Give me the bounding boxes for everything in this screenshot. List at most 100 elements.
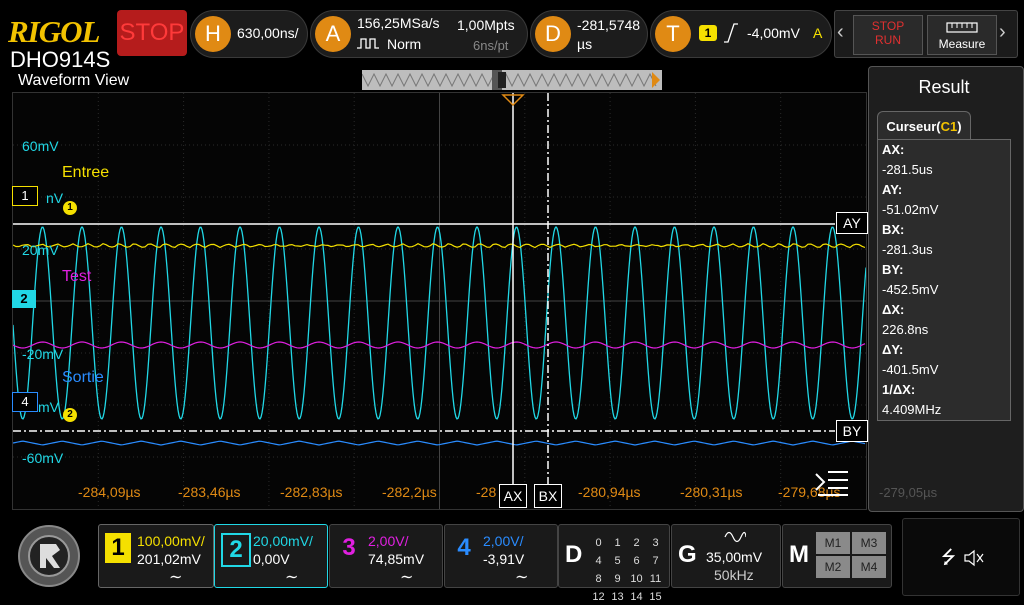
digital-channel: 5	[614, 555, 621, 567]
volt-label: nV	[46, 190, 64, 206]
cursor-by-label[interactable]: BY	[836, 420, 868, 442]
stop-run-button[interactable]: STOP RUN	[853, 15, 923, 55]
rigol-home-icon[interactable]	[8, 518, 90, 594]
cursor-bx-label[interactable]: BX	[534, 484, 562, 508]
digital-channel: 10	[630, 573, 643, 585]
channel-offset: 0,00V	[253, 551, 290, 567]
timebase-value: 630,00ns/	[237, 25, 299, 41]
math-button[interactable]: M3	[852, 532, 886, 554]
channel-number: 4	[457, 534, 471, 561]
run-label: RUN	[875, 33, 901, 47]
result-value: 4.409MHz	[882, 402, 942, 417]
generator-panel[interactable]: G 35,00mV 50kHz	[671, 524, 781, 588]
math-button[interactable]: M2	[816, 556, 850, 578]
horizontal-pill[interactable]: H 630,00ns/	[190, 10, 308, 58]
digital-channel: 13	[611, 591, 624, 603]
math-panel[interactable]: M M1 M3M2 M4	[782, 524, 892, 588]
cursor-ax-label[interactable]: AX	[499, 484, 527, 508]
ch2-offset-marker[interactable]: 2	[12, 290, 36, 308]
channel-scale: 2,00V/	[368, 533, 409, 549]
measure-button[interactable]: Measure	[927, 15, 997, 55]
status-panel: ⭍	[902, 518, 1020, 596]
channel-offset: 74,85mV	[368, 551, 425, 567]
generator-frequency: 50kHz	[714, 567, 754, 583]
measure-label: Measure	[938, 37, 986, 51]
channel-scale: 100,00mV/	[137, 533, 205, 549]
speaker-muted-icon[interactable]	[963, 549, 985, 567]
cursor-tab[interactable]: Curseur(C1)	[877, 111, 971, 140]
ch1-offset-marker[interactable]: 1	[12, 186, 38, 206]
time-tick: -280,31µs	[680, 484, 743, 500]
cursor-ay-label[interactable]: AY	[836, 212, 868, 234]
model-name: DHO914S	[10, 47, 111, 72]
time-tick: -283,46µs	[178, 484, 241, 500]
result-time: -279,05µs	[879, 485, 938, 500]
bottom-bar: 1 100,00mV/201,02mV ∼ 2 20,00mV/0,00V ∼ 3 2,0…	[0, 514, 1024, 603]
result-key: 1/ΔX:	[882, 382, 916, 397]
delay-pill[interactable]: D -281,5748 µs	[530, 10, 648, 58]
channel-3-panel[interactable]: 3 2,00V/74,85mV ∼	[329, 524, 443, 588]
ch4-offset-marker[interactable]: 4	[12, 392, 38, 412]
chevron-right-icon[interactable]: ›	[999, 21, 1006, 44]
result-value: -281.3us	[882, 242, 933, 257]
time-tick: -284,09µs	[78, 484, 141, 500]
delay-badge: D	[535, 16, 571, 52]
channel-scale: 20,00mV/	[253, 533, 313, 549]
menu-icon[interactable]	[814, 468, 850, 498]
result-value: -401.5mV	[882, 362, 939, 377]
time-tick: -280,94µs	[578, 484, 641, 500]
run-state-label: STOP	[119, 19, 185, 46]
digital-channel: 8	[595, 573, 602, 585]
channel-number: 2	[221, 533, 251, 567]
trigger-pill[interactable]: T 1 -4,00mV A	[650, 10, 832, 58]
waveform-canvas	[13, 93, 866, 509]
math-button-grid: M1 M3M2 M4	[815, 531, 889, 579]
digital-channel: 7	[652, 555, 659, 567]
digital-channel: 3	[652, 537, 659, 549]
control-group: ‹ STOP RUN Measure ›	[834, 10, 1018, 58]
channel-coupling: ∼	[169, 569, 183, 586]
ch2-label: Test	[62, 268, 92, 285]
volt-label: -60mV	[22, 450, 64, 466]
digital-channel: 12	[592, 591, 605, 603]
sine-wave-icon	[724, 531, 746, 543]
result-value: 226.8ns	[882, 322, 929, 337]
digital-channel: 4	[595, 555, 602, 567]
acquire-pill[interactable]: A 156,25MSa/s 1,00Mpts Norm 6ns/pt	[310, 10, 528, 58]
math-button[interactable]: M4	[852, 556, 886, 578]
channel-coupling: ∼	[515, 569, 529, 586]
memory-scrollbar[interactable]	[361, 70, 662, 90]
ref-marker-2: 2	[63, 408, 77, 422]
cursor-tab-suffix: )	[957, 118, 962, 134]
digital-channel-grid: 0 1 2 34 5 6 78 9 10 1112 13 14 15	[589, 533, 665, 605]
math-button[interactable]: M1	[816, 532, 850, 554]
acquire-mode-icon	[357, 38, 379, 49]
digital-channel: 9	[614, 573, 621, 585]
result-key: ΔY:	[882, 342, 904, 357]
digital-channel: 2	[633, 537, 640, 549]
result-key: BX:	[882, 222, 905, 237]
channel-2-panel[interactable]: 2 20,00mV/0,00V ∼	[214, 524, 328, 588]
trigger-level: -4,00mV	[747, 25, 800, 41]
channel-number: 3	[342, 534, 356, 561]
chevron-left-icon[interactable]: ‹	[837, 21, 844, 44]
channel-coupling: ∼	[285, 569, 299, 586]
result-title: Result	[918, 77, 970, 97]
result-key: AY:	[882, 182, 903, 197]
digital-channel: 0	[595, 537, 602, 549]
waveform-grid[interactable]	[12, 92, 867, 510]
time-tick: -282,83µs	[280, 484, 343, 500]
channel-4-panel[interactable]: 4 2,00V/ -3,91V ∼	[444, 524, 558, 588]
result-key: ΔX:	[882, 302, 905, 317]
digital-panel[interactable]: D 0 1 2 34 5 6 78 9 10 1112 13 14 15	[558, 524, 670, 603]
result-value: -452.5mV	[882, 282, 939, 297]
digital-channel: 15	[649, 591, 662, 603]
run-state-button[interactable]: STOP	[117, 10, 187, 56]
digital-channel: 6	[633, 555, 640, 567]
stop-label: STOP	[871, 19, 905, 33]
digital-channel: 14	[630, 591, 643, 603]
volt-label: 20mV	[22, 242, 59, 258]
time-tick: -28	[476, 484, 497, 500]
digital-label: D	[565, 541, 583, 568]
channel-1-panel[interactable]: 1 100,00mV/201,02mV ∼	[98, 524, 214, 588]
